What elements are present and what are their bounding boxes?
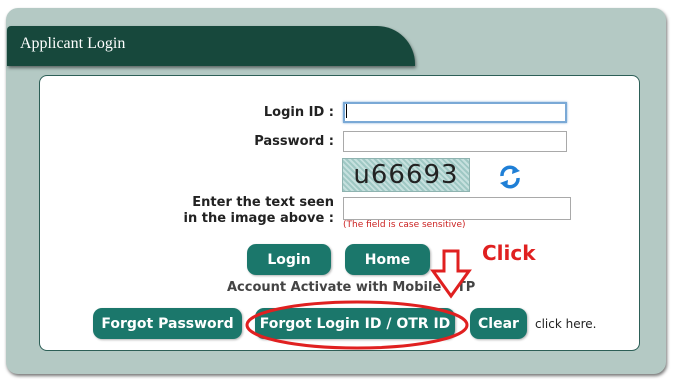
highlight-ellipse [245,300,469,350]
down-arrow-icon [430,249,472,299]
annotation-overlay [245,249,472,350]
click-annotation: Click [482,241,536,265]
